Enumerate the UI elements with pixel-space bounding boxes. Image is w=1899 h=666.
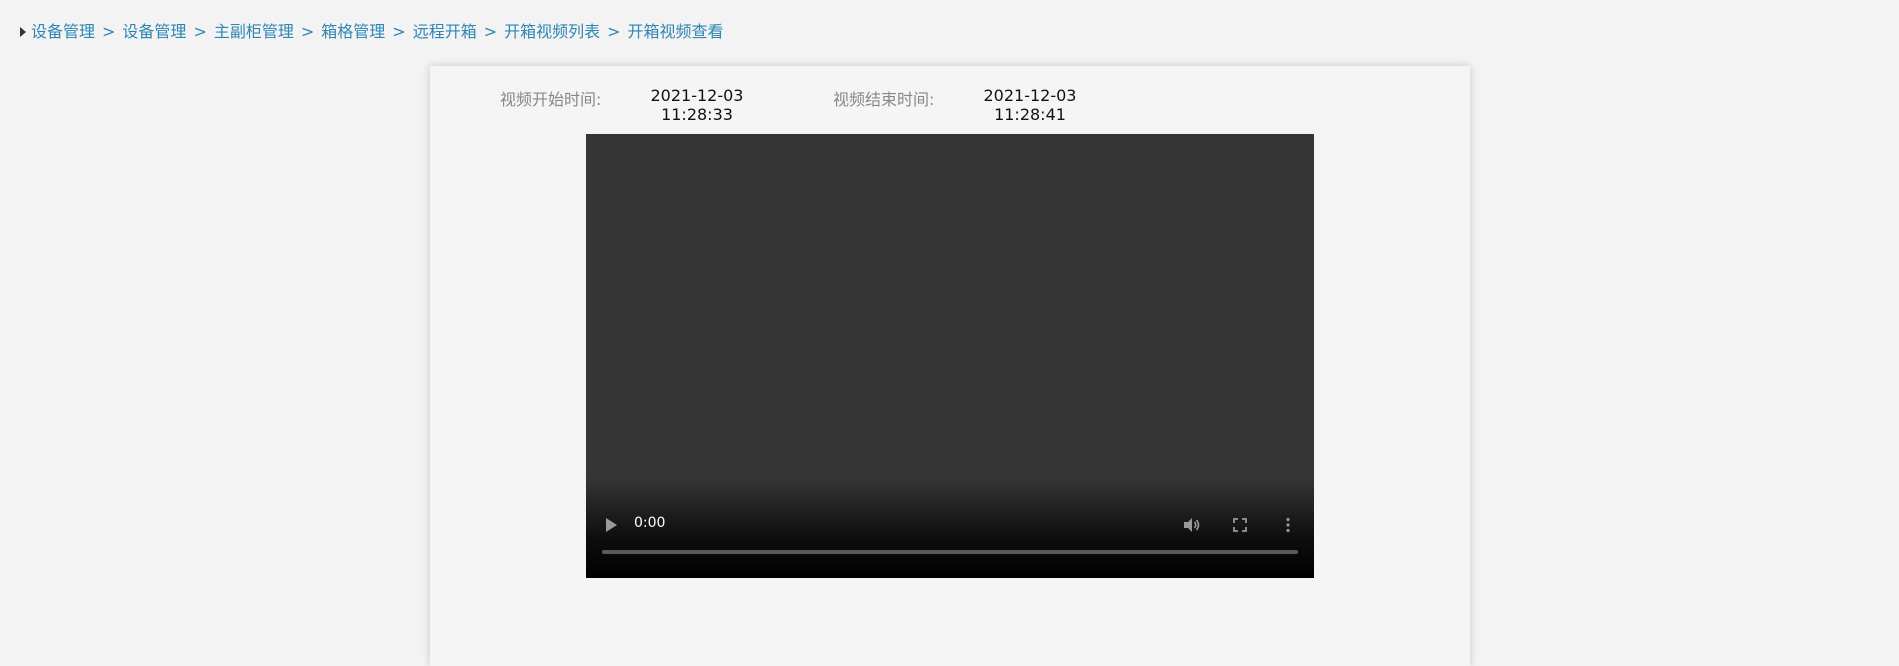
start-time-label: 视频开始时间:: [500, 90, 602, 109]
video-detail-card: 视频开始时间: 2021-12-03 11:28:33 视频结束时间: 2021…: [430, 66, 1470, 666]
end-time-value: 2021-12-03 11:28:41: [980, 86, 1080, 124]
breadcrumb-item-video-list[interactable]: 开箱视频列表: [504, 21, 600, 43]
breadcrumb-item-cabinet-management[interactable]: 主副柜管理: [214, 21, 294, 43]
start-date: 2021-12-03: [650, 86, 744, 105]
volume-icon[interactable]: [1181, 515, 1201, 535]
end-time-label: 视频结束时间:: [833, 90, 935, 109]
start-clock: 11:28:33: [661, 105, 733, 124]
breadcrumb-separator: >: [193, 22, 207, 41]
breadcrumb-item-box-management[interactable]: 箱格管理: [321, 21, 385, 43]
end-clock: 11:28:41: [994, 105, 1066, 124]
end-date: 2021-12-03: [983, 86, 1077, 105]
breadcrumb-item-video-view[interactable]: 开箱视频查看: [628, 21, 724, 43]
breadcrumb-separator: >: [392, 22, 406, 41]
current-time: 0:00: [634, 515, 666, 531]
breadcrumb-arrow-icon: [20, 27, 26, 37]
breadcrumb-separator: >: [102, 22, 116, 41]
video-player[interactable]: 0:00: [586, 134, 1314, 578]
video-time-row: 视频开始时间: 2021-12-03 11:28:33 视频结束时间: 2021…: [430, 86, 1470, 126]
breadcrumb-item-device-management[interactable]: 设备管理: [31, 21, 95, 43]
fullscreen-icon[interactable]: [1230, 515, 1250, 535]
breadcrumb-separator: >: [607, 22, 621, 41]
breadcrumb: 设备管理 > 设备管理 > 主副柜管理 > 箱格管理 > 远程开箱 > 开箱视频…: [20, 21, 724, 43]
video-progress-bar[interactable]: [602, 550, 1298, 554]
play-icon[interactable]: [606, 518, 617, 532]
breadcrumb-item-remote-open[interactable]: 远程开箱: [413, 21, 477, 43]
breadcrumb-separator: >: [300, 22, 315, 41]
breadcrumb-separator: >: [483, 22, 498, 41]
breadcrumb-item-device-management-2[interactable]: 设备管理: [122, 21, 186, 43]
start-time-value: 2021-12-03 11:28:33: [647, 86, 747, 124]
more-options-icon[interactable]: [1278, 515, 1298, 535]
video-controls: 0:00: [586, 488, 1314, 578]
